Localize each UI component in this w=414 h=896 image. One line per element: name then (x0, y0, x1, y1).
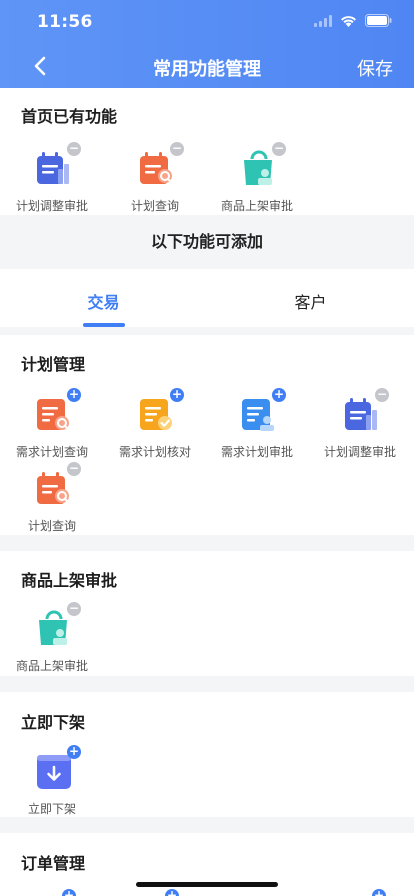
signal-icon (314, 14, 332, 27)
download-box-icon (37, 755, 71, 789)
section-title: 订单管理 (21, 854, 86, 873)
section-title: 立即下架 (21, 713, 86, 732)
add-badge-icon[interactable]: + (372, 889, 386, 896)
plan-adjust-icon (37, 152, 69, 184)
top-bar: 11:56 常用功能管理 保存 (0, 0, 414, 88)
add-badge-icon[interactable]: + (170, 388, 184, 402)
plan-query-icon (140, 152, 174, 185)
section-title: 计划管理 (21, 355, 86, 374)
home-functions-section: 首页已有功能 − 计划调整审批 − 计划查询 − 商品上架审批 (0, 88, 414, 215)
off-item-take-off-shelf[interactable]: + 立即下架 (2, 745, 102, 822)
page-title: 常用功能管理 (153, 59, 261, 80)
product-listing-section: 商品上架审批 − 商品上架审批 (0, 551, 414, 676)
home-item-product-listing-approval[interactable]: − 商品上架审批 (207, 142, 307, 219)
remove-badge-icon[interactable]: − (272, 142, 286, 156)
tab-customer[interactable]: 客户 (207, 289, 414, 313)
plan-query-icon (37, 472, 71, 505)
remove-badge-icon[interactable]: − (170, 142, 184, 156)
plan-item-plan-adjust-approval[interactable]: − 计划调整审批 (310, 388, 410, 465)
section-title: 商品上架审批 (21, 571, 118, 590)
home-item-plan-query[interactable]: − 计划查询 (105, 142, 205, 219)
tab-trade[interactable]: 交易 (0, 289, 207, 313)
add-badge-icon[interactable]: + (62, 889, 76, 896)
status-time: 11:56 (37, 12, 93, 32)
remove-badge-icon[interactable]: − (375, 388, 389, 402)
demand-approval-icon (242, 399, 274, 431)
active-tab-indicator (83, 323, 125, 327)
plan-adjust-icon (345, 398, 377, 430)
section-title: 首页已有功能 (21, 107, 118, 126)
add-badge-icon[interactable]: + (67, 745, 81, 759)
item-label: 计划调整审批 (323, 445, 396, 459)
shopping-bag-icon (244, 150, 272, 185)
remove-badge-icon[interactable]: − (67, 142, 81, 156)
item-label: 商品上架审批 (15, 659, 88, 673)
wifi-icon (341, 15, 356, 27)
take-off-shelf-section: 立即下架 + 立即下架 (0, 692, 414, 817)
item-label: 需求计划审批 (220, 445, 293, 459)
demand-query-icon (37, 399, 71, 432)
plan-item-demand-check[interactable]: + 需求计划核对 (105, 388, 205, 465)
plan-item-plan-query[interactable]: − 计划查询 (2, 462, 102, 539)
item-label: 计划查询 (27, 519, 76, 533)
add-badge-icon[interactable]: + (272, 388, 286, 402)
remove-badge-icon[interactable]: − (67, 462, 81, 476)
plan-management-section: 计划管理 + 需求计划查询 + 需求计划核对 + 需求计划审批 − 计划调整审批… (0, 335, 414, 535)
save-button[interactable]: 保存 (357, 55, 393, 81)
add-functions-banner: 以下功能可添加 (0, 215, 414, 269)
status-icons (314, 14, 392, 27)
item-label: 商品上架审批 (220, 199, 293, 213)
plan-item-demand-approval[interactable]: + 需求计划审批 (207, 388, 307, 465)
home-item-plan-adjust-approval[interactable]: − 计划调整审批 (2, 142, 102, 219)
plan-item-demand-query[interactable]: + 需求计划查询 (2, 388, 102, 465)
remove-badge-icon[interactable]: − (67, 602, 81, 616)
add-badge-icon[interactable]: + (165, 889, 179, 896)
category-tabs: 交易 客户 (0, 269, 414, 327)
shelf-item-product-listing-approval[interactable]: − 商品上架审批 (2, 602, 102, 679)
battery-icon (365, 14, 392, 27)
item-label: 立即下架 (27, 802, 76, 816)
shopping-bag-icon (39, 610, 67, 645)
home-indicator (136, 882, 278, 887)
demand-check-icon (140, 399, 172, 430)
add-badge-icon[interactable]: + (67, 388, 81, 402)
